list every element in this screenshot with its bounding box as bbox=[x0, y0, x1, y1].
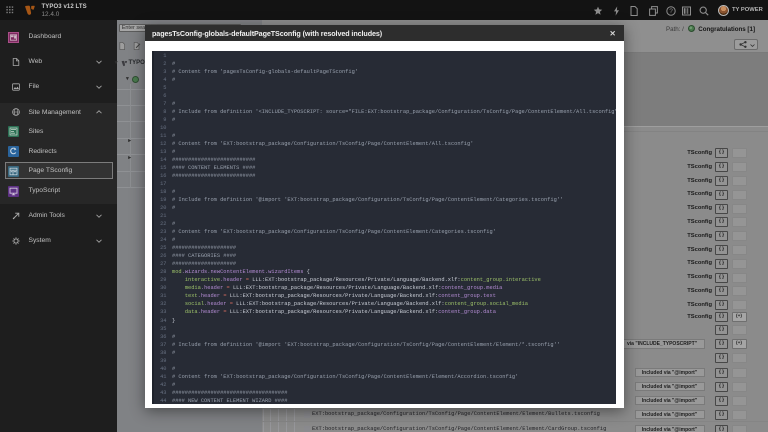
svg-text:?: ? bbox=[669, 8, 673, 15]
